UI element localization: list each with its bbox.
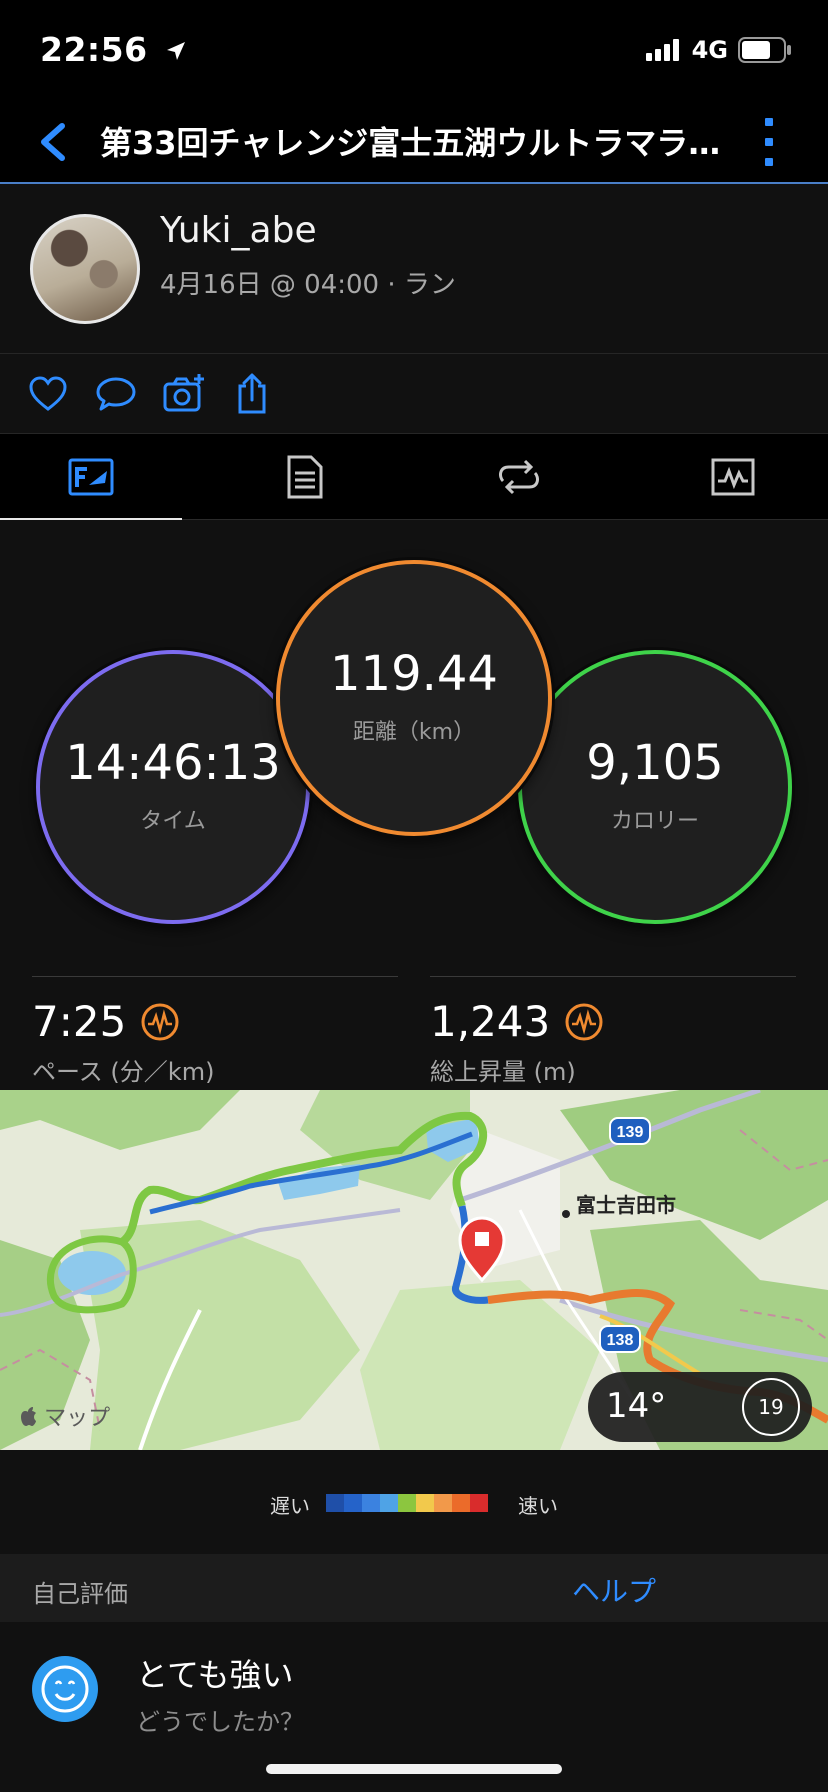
comment-button[interactable] xyxy=(94,372,138,416)
social-actions xyxy=(0,354,828,434)
user-name[interactable]: Yuki_abe xyxy=(160,210,317,251)
self-evaluation-title: 自己評価 xyxy=(32,1580,128,1608)
summary-stats: 14:46:13 タイム 9,105 カロリー 119.44 距離（km） 7:… xyxy=(0,520,828,1090)
distance-ring: 119.44 距離（km） xyxy=(276,560,552,836)
chevron-left-icon xyxy=(41,123,65,161)
back-button[interactable] xyxy=(30,114,80,170)
distance-value: 119.44 xyxy=(330,646,498,702)
add-photo-icon xyxy=(163,374,204,412)
feeling-question: どうでしたか？ xyxy=(136,1708,304,1736)
weather-badge[interactable]: 14° 19 xyxy=(588,1372,812,1442)
signal-icon xyxy=(645,39,679,61)
feeling-value: とても強い xyxy=(136,1656,294,1694)
avatar[interactable] xyxy=(30,214,140,324)
legend-swatch-9 xyxy=(470,1494,488,1512)
route-shield-138: 138 xyxy=(599,1325,641,1353)
route-map[interactable]: 富士吉田市 139 138 マップ 14° 19 xyxy=(0,1090,828,1450)
activity-tabs xyxy=(0,434,828,521)
more-options-button[interactable] xyxy=(762,118,776,166)
ascent-metric: 1,243 総上昇量 (m) xyxy=(430,976,796,1087)
weather-temperature: 14° xyxy=(606,1386,667,1426)
smile-face xyxy=(41,1665,89,1713)
laps-icon xyxy=(499,459,539,495)
distance-label: 距離（km） xyxy=(352,720,476,745)
pace-metric: 7:25 ペース (分／km) xyxy=(32,976,398,1087)
tab-charts[interactable] xyxy=(642,434,824,520)
pace-value: 7:25 xyxy=(32,997,127,1046)
legend-slow-label: 遅い xyxy=(270,1494,310,1518)
status-time: 22:56 xyxy=(40,30,188,69)
activity-owner: Yuki_abe 4月16日 @ 04:00 · ラン xyxy=(0,186,828,354)
share-button[interactable] xyxy=(230,372,274,416)
svg-text:139: 139 xyxy=(617,1124,644,1141)
status-bar: 22:56 4G xyxy=(0,0,828,100)
divider xyxy=(32,976,398,977)
battery-icon xyxy=(738,37,791,63)
ascent-label: 総上昇量 (m) xyxy=(430,1058,576,1086)
network-type: 4G xyxy=(691,36,728,64)
legend-swatch-7 xyxy=(434,1494,452,1512)
legend-swatch-5 xyxy=(398,1494,416,1512)
calories-ring: 9,105 カロリー xyxy=(518,650,792,924)
legend-color-bar xyxy=(326,1494,488,1512)
comment-icon xyxy=(96,377,136,411)
tab-details[interactable] xyxy=(214,434,396,520)
svg-text:138: 138 xyxy=(607,1332,634,1349)
share-icon xyxy=(238,373,266,414)
smile-icon xyxy=(32,1656,98,1722)
apple-logo-icon xyxy=(21,1407,36,1426)
divider xyxy=(430,976,796,977)
legend-swatch-3 xyxy=(362,1494,380,1512)
time-label: タイム xyxy=(140,809,206,834)
status-indicators: 4G xyxy=(645,36,792,64)
legend-swatch-2 xyxy=(344,1494,362,1512)
legend-swatch-8 xyxy=(452,1494,470,1512)
tab-overview[interactable] xyxy=(0,434,182,521)
details-icon xyxy=(287,455,323,499)
legend-swatch-4 xyxy=(380,1494,398,1512)
legend-fast-label: 速い xyxy=(518,1494,558,1518)
heart-icon xyxy=(29,376,67,411)
like-button[interactable] xyxy=(26,372,70,416)
performance-icon xyxy=(565,1003,603,1040)
performance-icon xyxy=(141,1003,179,1040)
pace-label: ペース (分／km) xyxy=(32,1058,215,1086)
more-dot xyxy=(765,138,773,146)
activity-date-type: 4月16日 @ 04:00 · ラン xyxy=(160,270,456,300)
overview-icon xyxy=(68,458,114,496)
add-photo-button[interactable] xyxy=(162,372,206,416)
pace-legend: 遅い 速い xyxy=(0,1450,828,1554)
legend-swatch-6 xyxy=(416,1494,434,1512)
time-ring: 14:46:13 タイム xyxy=(36,650,310,924)
more-dot xyxy=(765,118,773,126)
self-evaluation-header: 自己評価 ヘルプ xyxy=(0,1554,828,1622)
route-shield-139: 139 xyxy=(609,1117,651,1145)
charts-icon xyxy=(711,458,755,496)
home-indicator[interactable] xyxy=(266,1764,562,1774)
activity-title: 第33回チャレンジ富士五湖ウルトラマラ… xyxy=(100,124,721,162)
location-arrow-icon xyxy=(166,42,185,60)
map-attribution: マップ xyxy=(20,1400,110,1432)
map-city-label: 富士吉田市 xyxy=(576,1193,676,1217)
wind-dial: 19 xyxy=(742,1378,800,1436)
help-link[interactable]: ヘルプ xyxy=(572,1570,656,1610)
tab-laps[interactable] xyxy=(428,434,610,520)
time-value: 14:46:13 xyxy=(65,735,281,791)
legend-swatch-1 xyxy=(326,1494,344,1512)
ascent-value: 1,243 xyxy=(430,997,551,1046)
calories-label: カロリー xyxy=(610,809,699,834)
navigation-bar: 第33回チャレンジ富士五湖ウルトラマラ… xyxy=(0,100,828,184)
calories-value: 9,105 xyxy=(586,735,724,791)
more-dot xyxy=(765,158,773,166)
